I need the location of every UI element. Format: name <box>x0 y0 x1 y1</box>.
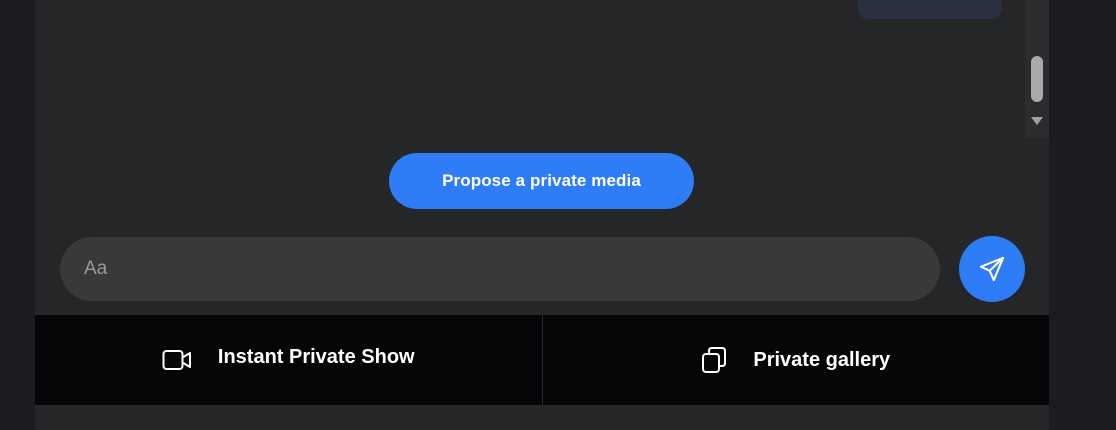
left-gutter <box>0 0 35 430</box>
private-gallery-button[interactable]: Private gallery <box>543 315 1050 405</box>
instant-private-show-label: Instant Private Show <box>217 345 415 368</box>
message-input[interactable] <box>60 237 940 301</box>
scrollbar-thumb[interactable] <box>1031 56 1043 102</box>
video-camera-icon <box>162 348 192 372</box>
footer-strip <box>35 405 1049 430</box>
bottom-action-bar: Instant Private Show Private gallery <box>35 315 1049 405</box>
propose-private-media-button[interactable]: Propose a private media <box>389 153 694 209</box>
scroll-down-arrow-icon[interactable] <box>1030 116 1044 126</box>
scrollbar[interactable] <box>1025 0 1049 138</box>
send-icon <box>978 255 1006 283</box>
right-gutter <box>1049 0 1116 430</box>
instant-private-show-button[interactable]: Instant Private Show <box>35 315 543 405</box>
send-button[interactable] <box>959 236 1025 302</box>
message-bubble <box>858 0 1002 19</box>
gallery-icon <box>701 346 727 374</box>
private-gallery-label: Private gallery <box>753 348 891 371</box>
chat-panel: Propose a private media <box>35 0 1049 315</box>
